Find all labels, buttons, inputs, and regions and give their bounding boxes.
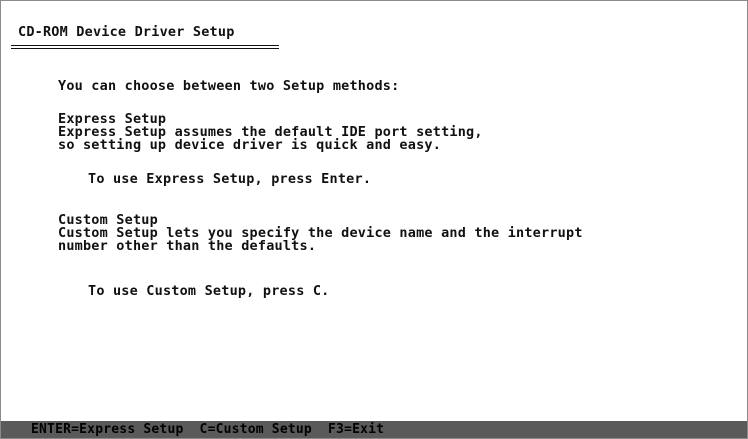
express-setup-description-line2: so setting up device driver is quick and… <box>58 137 442 153</box>
status-bar: ENTER=Express Setup C=Custom Setup F3=Ex… <box>1 421 747 438</box>
window-title: CD-ROM Device Driver Setup <box>18 24 235 40</box>
title-underline <box>11 45 279 49</box>
express-setup-instruction[interactable]: To use Express Setup, press Enter. <box>88 172 371 186</box>
intro-text: You can choose between two Setup methods… <box>58 78 400 94</box>
setup-screen: CD-ROM Device Driver Setup You can choos… <box>0 0 748 439</box>
custom-setup-instruction[interactable]: To use Custom Setup, press C. <box>88 284 330 298</box>
custom-setup-description-line2: number other than the defaults. <box>58 238 317 254</box>
status-bar-keys[interactable]: ENTER=Express Setup C=Custom Setup F3=Ex… <box>31 421 384 438</box>
